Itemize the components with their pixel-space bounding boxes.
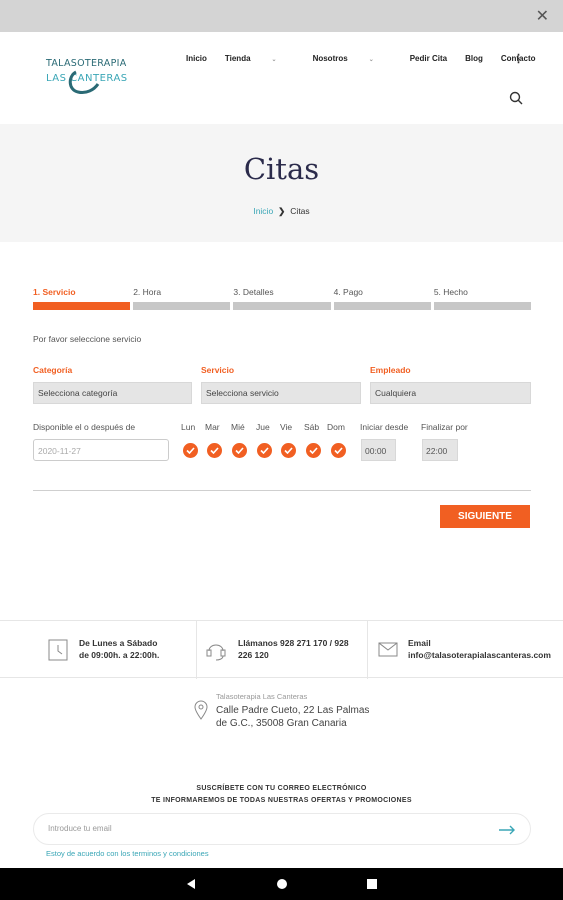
day-checkbox-jue[interactable] xyxy=(257,443,272,458)
nav-item-inicio[interactable]: Inicio xyxy=(186,54,207,63)
start-label: Iniciar desde xyxy=(360,422,409,432)
booking-steps: 1. Servicio 2. Hora 3. Detalles 4. Pago … xyxy=(33,287,532,310)
chevron-down-icon: ⌄ xyxy=(368,57,374,63)
page-header: Citas Inicio ❯ Citas xyxy=(0,124,563,242)
android-nav-bar xyxy=(0,868,563,900)
check-icon xyxy=(235,447,244,454)
more-menu-icon[interactable]: ⋮ xyxy=(513,52,524,65)
day-checkbox-mie[interactable] xyxy=(232,443,247,458)
divider xyxy=(33,490,531,491)
breadcrumb: Inicio ❯ Citas xyxy=(0,206,563,217)
check-icon xyxy=(186,447,195,454)
phone-info: Llámanos 928 271 170 / 928 226 120 xyxy=(196,621,367,679)
check-icon xyxy=(210,447,219,454)
close-icon[interactable]: ✕ xyxy=(536,6,549,26)
address-text: Calle Padre Cueto, 22 Las Palmas de G.C.,… xyxy=(216,705,370,729)
back-icon[interactable] xyxy=(186,878,196,890)
email-line1: Email xyxy=(408,638,431,648)
hours-line1: De Lunes a Sábado xyxy=(79,638,158,648)
wave-icon xyxy=(68,70,100,94)
phone-line2: 226 120 xyxy=(238,650,269,660)
nav-item-nosotros[interactable]: Nosotros ⌄ xyxy=(313,54,392,63)
date-label: Disponible el o después de xyxy=(33,422,136,432)
breadcrumb-home[interactable]: Inicio xyxy=(253,206,273,216)
check-icon xyxy=(284,447,293,454)
headset-icon xyxy=(206,644,226,661)
search-icon[interactable] xyxy=(509,91,523,105)
email-placeholder: Introduce tu email xyxy=(48,824,112,833)
email-line2: info@talasoterapialascanteras.com xyxy=(408,650,551,660)
day-checkbox-vie[interactable] xyxy=(281,443,296,458)
form-prompt: Por favor seleccione servicio xyxy=(33,334,142,344)
day-label-mie: Mié xyxy=(231,422,245,432)
page-title: Citas xyxy=(243,152,320,186)
clock-icon xyxy=(48,639,68,661)
contact-info-bar: De Lunes a Sábado de 09:00h. a 22:00h. Ll… xyxy=(0,620,563,679)
check-icon xyxy=(309,447,318,454)
service-label: Servicio xyxy=(201,365,235,375)
address-name: Talasoterapia Las Canteras xyxy=(216,692,308,701)
nav-item-tienda[interactable]: Tienda ⌄ xyxy=(225,54,295,63)
day-label-vie: Vie xyxy=(280,422,293,432)
location-pin-icon xyxy=(194,700,208,720)
breadcrumb-current: Citas xyxy=(290,206,310,216)
day-label-mar: Mar xyxy=(205,422,220,432)
phone-line1: Llámanos 928 271 170 / 928 xyxy=(238,638,349,648)
next-button[interactable]: SIGUIENTE xyxy=(440,505,530,528)
breadcrumb-separator-icon: ❯ xyxy=(278,206,286,216)
day-label-sab: Sáb xyxy=(304,422,320,432)
top-bar: ✕ xyxy=(0,0,563,32)
day-checkbox-mar[interactable] xyxy=(207,443,222,458)
step-pago: 4. Pago xyxy=(333,287,431,310)
home-icon[interactable] xyxy=(276,878,288,890)
step-hecho: 5. Hecho xyxy=(433,287,532,310)
step-servicio: 1. Servicio xyxy=(33,287,131,310)
end-label: Finalizar por xyxy=(421,422,468,432)
start-time-select[interactable]: 00:00 xyxy=(361,439,396,461)
check-icon xyxy=(334,447,343,454)
service-select[interactable]: Selecciona servicio xyxy=(201,382,361,404)
site-logo[interactable]: TALASOTERAPIA LAS CANTERAS xyxy=(46,58,136,100)
hours-line2: de 09:00h. a 22:00h. xyxy=(79,650,160,660)
day-label-lun: Lun xyxy=(181,422,196,432)
step-detalles: 3. Detalles xyxy=(233,287,331,310)
hours-info: De Lunes a Sábado de 09:00h. a 22:00h. xyxy=(0,621,196,679)
day-checkbox-dom[interactable] xyxy=(331,443,346,458)
step-hora: 2. Hora xyxy=(133,287,231,310)
day-checkbox-lun[interactable] xyxy=(183,443,198,458)
date-input[interactable]: 2020-11-27 xyxy=(33,439,169,461)
employee-label: Empleado xyxy=(370,365,411,375)
envelope-icon xyxy=(378,642,398,657)
check-icon xyxy=(260,447,269,454)
day-label-dom: Dom xyxy=(327,422,345,432)
email-info: Email info@talasoterapialascanteras.com xyxy=(367,621,563,679)
main-nav: Inicio Tienda ⌄ Nosotros ⌄ Pedir Cita Blog… xyxy=(186,54,554,63)
end-time-select[interactable]: 22:00 xyxy=(422,439,458,461)
category-select[interactable]: Selecciona categoría xyxy=(33,382,192,404)
category-label: Categoría xyxy=(33,365,73,375)
newsletter-email-input[interactable]: Introduce tu email xyxy=(33,813,531,845)
logo-line1: TALASOTERAPIA xyxy=(46,58,127,69)
employee-select[interactable]: Cualquiera xyxy=(370,382,531,404)
arrow-right-icon[interactable] xyxy=(498,825,516,835)
nav-item-pedir-cita[interactable]: Pedir Cita xyxy=(410,54,447,63)
day-label-jue: Jue xyxy=(256,422,270,432)
recents-icon[interactable] xyxy=(367,879,377,889)
nav-item-blog[interactable]: Blog xyxy=(465,54,483,63)
newsletter-heading: SUSCRÍBETE CON TU CORREO ELECTRÓNICO TE I… xyxy=(151,785,412,804)
chevron-down-icon: ⌄ xyxy=(271,57,277,63)
day-checkbox-sab[interactable] xyxy=(306,443,321,458)
terms-link[interactable]: Estoy de acuerdo con los terminos y cond… xyxy=(46,849,209,858)
